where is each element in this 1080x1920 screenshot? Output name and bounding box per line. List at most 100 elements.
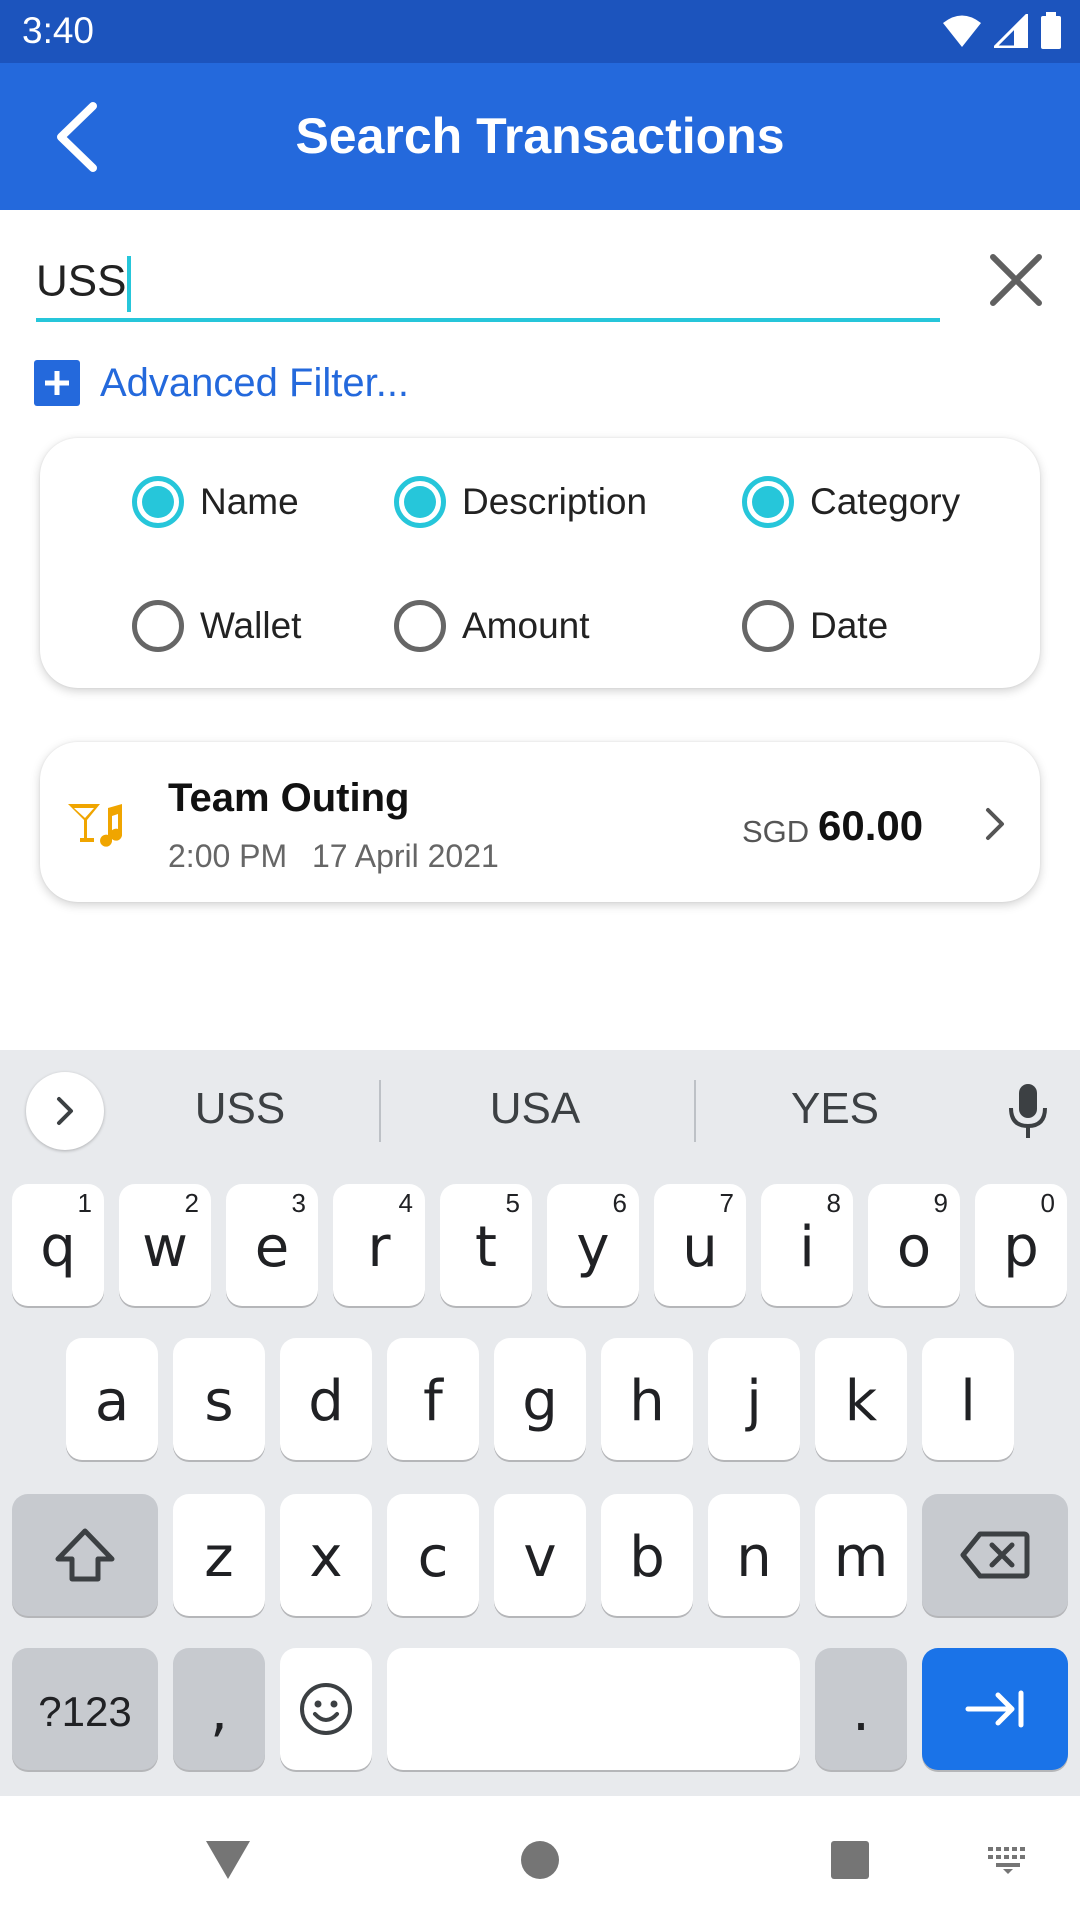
key-m[interactable]: m xyxy=(815,1494,907,1616)
emoji-icon xyxy=(300,1683,352,1735)
nav-home-button[interactable] xyxy=(510,1830,570,1890)
key-o[interactable]: 9o xyxy=(868,1184,960,1306)
chevron-right-icon xyxy=(986,808,1004,840)
advanced-filter-label: Advanced Filter... xyxy=(100,360,410,405)
clear-search-button[interactable] xyxy=(984,248,1048,312)
key-r[interactable]: 4r xyxy=(333,1184,425,1306)
key-z[interactable]: z xyxy=(173,1494,265,1616)
symbols-key[interactable]: ?123 xyxy=(12,1648,158,1770)
search-input-value: USS xyxy=(36,256,127,306)
next-action-key[interactable] xyxy=(922,1648,1068,1770)
circle-icon xyxy=(521,1841,559,1879)
search-underline xyxy=(36,318,940,322)
key-t[interactable]: 5t xyxy=(440,1184,532,1306)
tab-arrow-icon xyxy=(965,1690,1024,1728)
navigation-bar xyxy=(0,1796,1080,1920)
advanced-filter-toggle[interactable]: Advanced Filter... xyxy=(34,358,409,408)
key-y[interactable]: 6y xyxy=(547,1184,639,1306)
key-g[interactable]: g xyxy=(494,1338,586,1460)
search-filter-panel: Name Description Category Wallet Amount … xyxy=(40,438,1040,688)
radio-unchecked-icon xyxy=(394,600,446,652)
transaction-name: Team Outing xyxy=(168,776,410,820)
key-a[interactable]: a xyxy=(66,1338,158,1460)
key-d[interactable]: d xyxy=(280,1338,372,1460)
filter-option-label: Name xyxy=(200,481,299,522)
transaction-currency: SGD xyxy=(742,814,810,849)
key-f[interactable]: f xyxy=(387,1338,479,1460)
period-key[interactable]: . xyxy=(815,1648,907,1770)
backspace-key[interactable] xyxy=(922,1494,1068,1616)
status-time: 3:40 xyxy=(22,10,95,51)
filter-option-label: Description xyxy=(462,481,648,522)
key-i[interactable]: 8i xyxy=(761,1184,853,1306)
text-cursor xyxy=(127,256,132,312)
suggestion-divider xyxy=(694,1080,696,1142)
suggestion-1[interactable]: USS xyxy=(130,1084,350,1134)
microphone-icon[interactable] xyxy=(1000,1082,1056,1140)
key-x[interactable]: x xyxy=(280,1494,372,1616)
soft-keyboard: USS USA YES 1q 2w 3e 4r 5t 6y 7u 8i 9o 0… xyxy=(0,1050,1080,1796)
page-title: Search Transactions xyxy=(295,108,785,164)
keyboard-switch-button[interactable] xyxy=(978,1830,1038,1890)
suggestion-divider xyxy=(379,1080,381,1142)
suggestion-strip: USS USA YES xyxy=(0,1050,1080,1170)
wifi-icon xyxy=(943,15,981,47)
key-p[interactable]: 0p xyxy=(975,1184,1067,1306)
radio-unchecked-icon xyxy=(132,600,184,652)
filter-option-amount[interactable]: Amount xyxy=(394,598,590,654)
search-input[interactable]: USS xyxy=(36,250,940,322)
key-h[interactable]: h xyxy=(601,1338,693,1460)
filter-option-label: Wallet xyxy=(200,605,302,646)
chevron-right-icon xyxy=(57,1097,73,1125)
backspace-icon xyxy=(960,1531,1030,1579)
key-c[interactable]: c xyxy=(387,1494,479,1616)
key-j[interactable]: j xyxy=(708,1338,800,1460)
triangle-down-icon xyxy=(206,1841,250,1879)
transaction-amount: 60.00 xyxy=(818,802,924,849)
search-input-field[interactable]: USS xyxy=(36,256,132,312)
status-bar: 3:40 xyxy=(0,0,1080,63)
key-q[interactable]: 1q xyxy=(12,1184,104,1306)
radio-checked-icon xyxy=(394,476,446,528)
close-icon xyxy=(990,254,1042,306)
square-icon xyxy=(831,1841,869,1879)
keyboard-icon xyxy=(988,1847,1025,1874)
filter-option-label: Amount xyxy=(462,605,590,646)
filter-option-wallet[interactable]: Wallet xyxy=(132,598,301,654)
suggestion-3[interactable]: YES xyxy=(725,1084,945,1134)
filter-option-name[interactable]: Name xyxy=(132,474,299,530)
shift-icon xyxy=(55,1528,115,1582)
filter-option-label: Category xyxy=(810,481,961,522)
key-k[interactable]: k xyxy=(815,1338,907,1460)
filter-option-category[interactable]: Category xyxy=(742,474,960,530)
filter-option-date[interactable]: Date xyxy=(742,598,888,654)
status-icons xyxy=(942,12,1062,50)
filter-option-description[interactable]: Description xyxy=(394,474,647,530)
transaction-item[interactable]: Team Outing 2:00 PM 17 April 2021 SGD 60… xyxy=(40,742,1040,902)
nav-back-button[interactable] xyxy=(198,1830,258,1890)
transaction-date: 17 April 2021 xyxy=(312,838,499,874)
nav-recents-button[interactable] xyxy=(820,1830,880,1890)
key-l[interactable]: l xyxy=(922,1338,1014,1460)
key-u[interactable]: 7u xyxy=(654,1184,746,1306)
key-e[interactable]: 3e xyxy=(226,1184,318,1306)
plus-icon xyxy=(34,360,80,406)
screen: 3:40 Search Transactions USS Advanced Fi… xyxy=(0,0,1080,1920)
key-w[interactable]: 2w xyxy=(119,1184,211,1306)
app-bar: Search Transactions xyxy=(0,63,1080,210)
cellular-signal-icon xyxy=(994,14,1028,48)
key-n[interactable]: n xyxy=(708,1494,800,1616)
radio-checked-icon xyxy=(132,476,184,528)
key-v[interactable]: v xyxy=(494,1494,586,1616)
key-s[interactable]: s xyxy=(173,1338,265,1460)
key-b[interactable]: b xyxy=(601,1494,693,1616)
suggestion-2[interactable]: USA xyxy=(425,1084,645,1134)
transaction-time: 2:00 PM xyxy=(168,838,288,874)
emoji-key[interactable] xyxy=(280,1648,372,1770)
space-key[interactable] xyxy=(387,1648,800,1770)
radio-checked-icon xyxy=(742,476,794,528)
expand-toolbar-button[interactable] xyxy=(26,1072,104,1150)
shift-key[interactable] xyxy=(12,1494,158,1616)
comma-key[interactable]: , xyxy=(173,1648,265,1770)
battery-icon xyxy=(1041,12,1061,49)
